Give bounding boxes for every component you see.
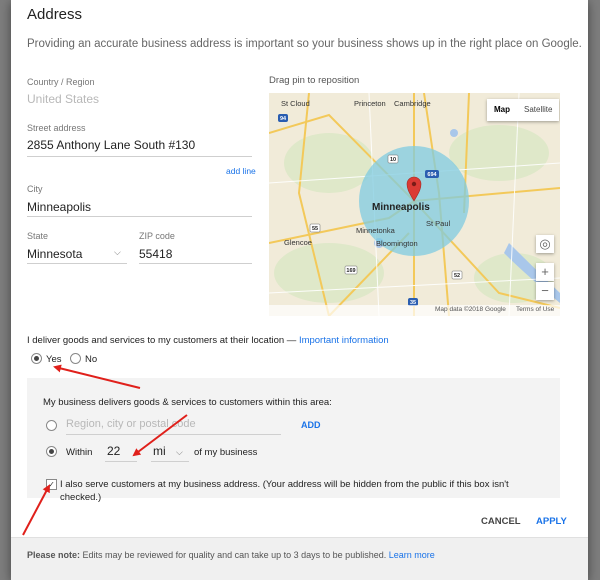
country-label: Country / Region [27, 77, 95, 87]
dialog-title: Address [27, 6, 83, 23]
map-type-map-button[interactable]: Map [487, 99, 517, 121]
cancel-button[interactable]: CANCEL [481, 516, 521, 527]
zip-field[interactable]: 55418 [139, 247, 172, 261]
drag-pin-hint: Drag pin to reposition [269, 75, 360, 86]
route-55-shield: 55 [312, 226, 318, 232]
within-radio[interactable] [46, 446, 57, 457]
route-694-shield: 694 [427, 172, 437, 178]
yes-label: Yes [46, 354, 62, 365]
also-serve-label-line1: I also serve customers at my business ad… [60, 479, 509, 490]
route-94-shield: 94 [280, 116, 287, 122]
unit-chevron-down-icon[interactable]: ⌵ [176, 447, 183, 458]
map-canvas: St Cloud Princeton Cambridge Minneapolis… [269, 93, 560, 316]
city-underline [27, 216, 252, 217]
apply-button[interactable]: APPLY [536, 516, 567, 527]
map-terms-link[interactable]: Terms of Use [516, 306, 554, 313]
city-label: City [27, 184, 43, 194]
address-dialog: Address Providing an accurate business a… [11, 0, 588, 580]
zip-underline [139, 263, 252, 264]
region-input[interactable]: Region, city or postal code [66, 418, 196, 430]
map-attribution: Map data ©2018 Google [435, 306, 506, 313]
place-minneapolis: Minneapolis [372, 202, 430, 213]
place-princeton: Princeton [354, 99, 386, 108]
street-label: Street address [27, 123, 86, 133]
edit-note: Please note: Edits may be reviewed for q… [27, 550, 435, 560]
service-question: I deliver goods and services to my custo… [27, 335, 389, 346]
also-serve-checkbox[interactable]: ✓ [46, 479, 57, 490]
unit-select[interactable]: mi [153, 444, 166, 458]
place-st-cloud: St Cloud [281, 99, 310, 108]
map-type-toggle: Map Satellite [487, 99, 560, 121]
distance-underline [105, 461, 137, 462]
place-minnetonka: Minnetonka [356, 226, 396, 235]
chevron-down-icon[interactable]: ⌵ [114, 247, 121, 258]
location-map[interactable]: St Cloud Princeton Cambridge Minneapolis… [269, 93, 560, 316]
place-cambridge: Cambridge [394, 99, 431, 108]
dialog-footer: Please note: Edits may be reviewed for q… [11, 537, 588, 580]
region-underline [66, 434, 281, 435]
country-field: United States [27, 92, 100, 106]
no-label: No [85, 354, 98, 365]
unit-underline [151, 461, 189, 462]
place-bloomington: Bloomington [376, 239, 418, 248]
service-area-panel: My business delivers goods & services to… [27, 378, 560, 503]
street-underline [27, 156, 252, 157]
yes-radio[interactable] [31, 353, 42, 364]
add-line-link[interactable]: add line [226, 166, 256, 176]
no-radio[interactable] [70, 353, 81, 364]
service-question-text: I deliver goods and services to my custo… [27, 335, 297, 346]
also-serve-label-line2: checked.) [60, 492, 102, 503]
route-52-shield: 52 [454, 273, 460, 279]
distance-input[interactable]: 22 [107, 444, 120, 458]
region-radio[interactable] [46, 420, 57, 431]
zoom-out-button[interactable]: − [536, 282, 554, 300]
place-st-paul: St Paul [426, 219, 451, 228]
state-select[interactable]: Minnesota [27, 247, 82, 261]
locate-icon[interactable]: ◎ [536, 235, 554, 253]
street-field[interactable]: 2855 Anthony Lane South #130 [27, 138, 195, 152]
important-info-link[interactable]: Important information [299, 335, 389, 346]
state-underline [27, 263, 127, 264]
of-business-label: of my business [194, 447, 258, 458]
within-label: Within [66, 447, 93, 458]
place-glencoe: Glencoe [284, 238, 312, 247]
service-area-title: My business delivers goods & services to… [43, 397, 332, 408]
learn-more-link[interactable]: Learn more [389, 550, 435, 560]
zip-label: ZIP code [139, 231, 175, 241]
city-field[interactable]: Minneapolis [27, 200, 91, 214]
route-10-shield: 10 [390, 157, 396, 163]
map-type-satellite-button[interactable]: Satellite [517, 99, 559, 121]
note-bold: Please note: [27, 550, 81, 560]
add-region-button[interactable]: ADD [301, 420, 321, 430]
state-label: State [27, 231, 49, 241]
dialog-intro: Providing an accurate business address i… [27, 38, 582, 50]
route-169-shield: 169 [346, 268, 355, 274]
zoom-in-button[interactable]: + [536, 263, 554, 281]
note-text: Edits may be reviewed for quality and ca… [80, 550, 387, 560]
map-attribution-bar: Map data ©2018 Google Terms of Use [269, 305, 560, 316]
